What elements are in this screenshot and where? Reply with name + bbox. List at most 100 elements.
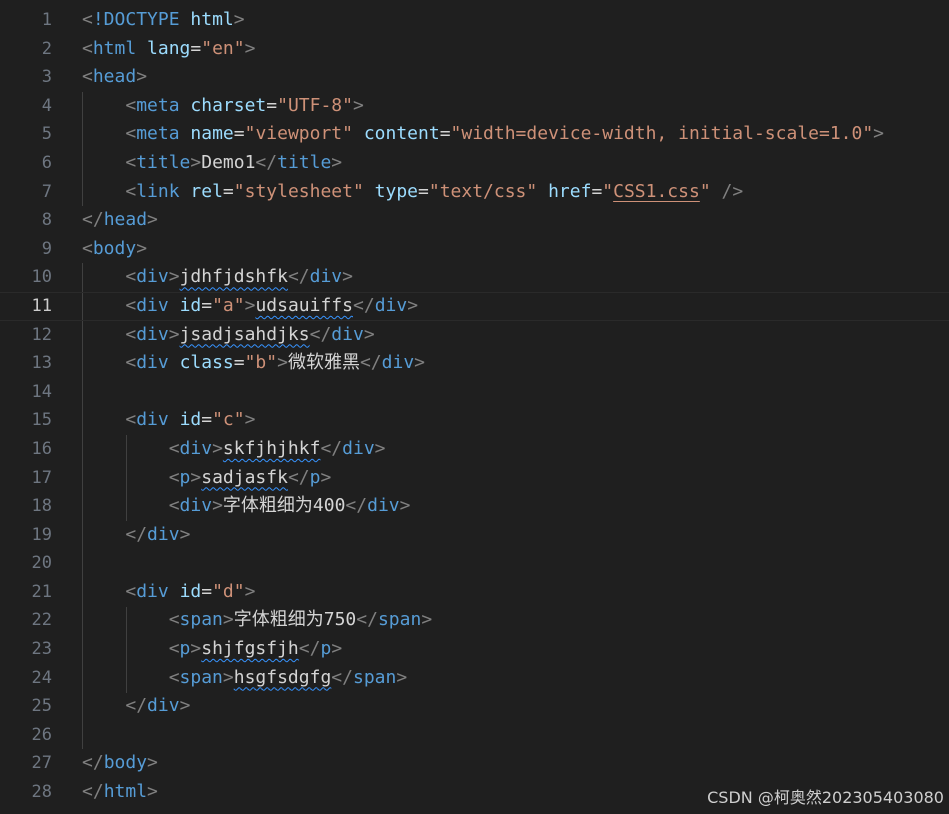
line-number-gutter: 1 2 3 4 5 6 7 8 9 10 11 12 13 14 15 16 17 18 19 20 21 22 23 24 2… bbox=[0, 6, 52, 807]
line-number: 17 bbox=[31, 467, 52, 488]
code-token: sadjasfk bbox=[201, 466, 288, 488]
code-token: html bbox=[103, 781, 148, 803]
code-editor[interactable]: 1 2 3 4 5 6 7 8 9 10 11 12 13 14 15 16 17 18 19 20 21 22 23 24 2… bbox=[0, 0, 949, 814]
code-token: div bbox=[136, 352, 169, 374]
code-token: 字体粗细为750 bbox=[233, 609, 357, 631]
line-number: 6 bbox=[41, 152, 52, 173]
code-line[interactable]: <span>hsgfsdgfg</span> bbox=[82, 664, 949, 693]
code-line[interactable]: <html lang="en"> bbox=[82, 35, 949, 64]
code-line[interactable]: </div> bbox=[82, 692, 949, 721]
code-token: div bbox=[381, 352, 415, 374]
code-line[interactable]: <div>字体粗细为400</div> bbox=[82, 492, 949, 521]
code-token: > bbox=[421, 609, 433, 631]
code-token: type bbox=[374, 180, 419, 202]
code-token: </ bbox=[287, 466, 310, 488]
line-number: 23 bbox=[31, 639, 52, 660]
code-line[interactable]: <title>Demo1</title> bbox=[82, 149, 949, 178]
code-line[interactable]: <div>jdhfjdshfk</div> bbox=[82, 263, 949, 292]
code-token: id bbox=[179, 580, 202, 602]
code-token: meta bbox=[136, 94, 180, 116]
code-area[interactable]: <!DOCTYPE html> <html lang="en"> <head> <m… bbox=[0, 6, 949, 807]
code-token: = bbox=[233, 123, 245, 145]
code-line[interactable]: <meta charset="UTF-8"> bbox=[82, 92, 949, 121]
code-token: "viewport" bbox=[244, 123, 353, 145]
code-token: div bbox=[136, 580, 169, 602]
code-token: < bbox=[125, 294, 137, 316]
code-token: = bbox=[190, 37, 202, 59]
code-line[interactable]: </head> bbox=[82, 206, 949, 235]
code-token: !DOCTYPE bbox=[92, 9, 180, 30]
code-token: </ bbox=[353, 294, 375, 316]
code-token: div bbox=[136, 266, 169, 288]
watermark: CSDN @柯奥然202305403080 bbox=[707, 788, 944, 807]
code-token: href bbox=[548, 180, 592, 202]
line-number: 21 bbox=[31, 581, 52, 602]
code-token: > bbox=[399, 495, 411, 517]
code-token: div bbox=[179, 495, 213, 517]
code-token: p bbox=[320, 638, 332, 660]
code-token: = bbox=[439, 123, 451, 145]
code-token: > bbox=[190, 638, 202, 660]
code-line[interactable]: <div>skfjhjhkf</div> bbox=[82, 435, 949, 464]
code-token: id bbox=[179, 409, 202, 431]
code-token: > bbox=[320, 466, 332, 488]
code-line[interactable]: <meta name="viewport" content="width=dev… bbox=[82, 120, 949, 149]
code-line[interactable] bbox=[82, 549, 949, 578]
code-line[interactable]: <div>jsadjsahdjks</div> bbox=[82, 321, 949, 350]
line-number: 8 bbox=[41, 210, 52, 231]
code-token: div bbox=[147, 695, 180, 717]
code-line[interactable]: </body> bbox=[82, 749, 949, 778]
code-token: /> bbox=[721, 180, 744, 202]
line-number: 16 bbox=[31, 438, 52, 459]
code-line[interactable]: </div> bbox=[82, 521, 949, 550]
code-token: html bbox=[92, 37, 137, 59]
code-token: > bbox=[168, 323, 180, 345]
code-line[interactable]: <div class="b">微软雅黑</div> bbox=[82, 349, 949, 378]
code-token: > bbox=[179, 523, 191, 545]
code-line[interactable]: <div id="c"> bbox=[82, 406, 949, 435]
code-token: " bbox=[602, 180, 614, 202]
code-token: </ bbox=[359, 352, 382, 374]
code-token: content bbox=[363, 123, 440, 145]
code-token: > bbox=[374, 437, 386, 459]
code-line[interactable]: <body> bbox=[82, 235, 949, 264]
code-token: > bbox=[190, 151, 202, 173]
code-token: > bbox=[363, 323, 375, 345]
code-token: p bbox=[179, 466, 191, 488]
code-token: </ bbox=[82, 209, 104, 231]
code-line[interactable]: <div id="a">udsauiffs</div> bbox=[0, 291, 949, 321]
code-token: > bbox=[212, 437, 223, 459]
code-line[interactable]: <span>字体粗细为750</span> bbox=[82, 606, 949, 635]
code-token: span bbox=[352, 666, 397, 688]
code-line[interactable] bbox=[82, 378, 949, 407]
code-line[interactable]: <div id="d"> bbox=[82, 578, 949, 607]
code-token: lang bbox=[147, 37, 191, 59]
line-number: 22 bbox=[31, 610, 52, 631]
code-token: > bbox=[136, 66, 148, 88]
code-token: > bbox=[222, 609, 234, 631]
code-token: < bbox=[125, 409, 137, 431]
line-number: 20 bbox=[31, 553, 52, 574]
code-token: = bbox=[233, 352, 245, 374]
line-number: 9 bbox=[41, 238, 52, 259]
code-line[interactable] bbox=[82, 721, 949, 750]
code-token: > bbox=[352, 94, 364, 116]
code-line[interactable]: <p>shjfgsfjh</p> bbox=[82, 635, 949, 664]
code-line[interactable]: <link rel="stylesheet" type="text/css" h… bbox=[82, 178, 949, 207]
code-line[interactable]: <!DOCTYPE html> bbox=[82, 6, 949, 35]
code-line[interactable]: <head> bbox=[82, 63, 949, 92]
code-token: "b" bbox=[244, 352, 278, 374]
code-token: div bbox=[136, 294, 169, 316]
code-line[interactable]: <p>sadjasfk</p> bbox=[82, 464, 949, 493]
line-number: 7 bbox=[41, 181, 52, 202]
